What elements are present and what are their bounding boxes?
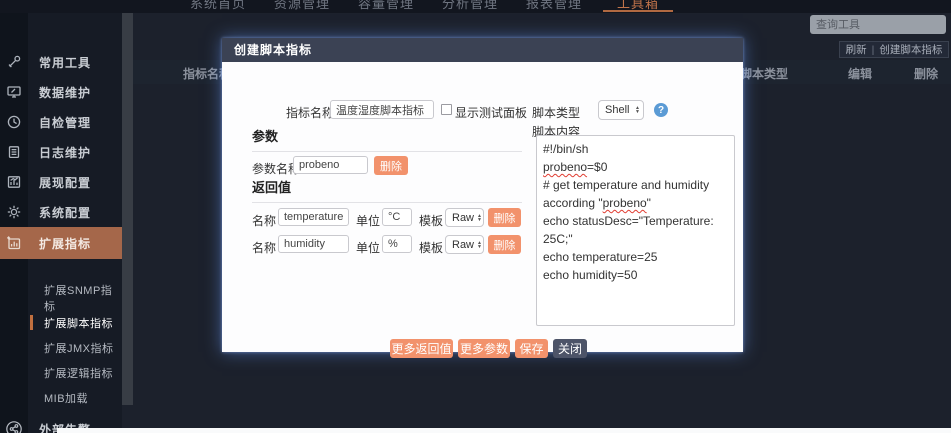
- delete-param-button[interactable]: 删除: [374, 156, 408, 175]
- system-config-icon: [0, 204, 28, 220]
- create-script-metric-button[interactable]: 创建脚本指标: [879, 42, 942, 57]
- show-test-panel-label: 显示测试面板: [455, 104, 527, 121]
- sidebar-item-label: 常用工具: [28, 54, 91, 71]
- return-unit-input[interactable]: [382, 208, 412, 226]
- template-value: Raw: [452, 239, 474, 251]
- tool-search: [810, 15, 946, 34]
- submenu-extended-logic[interactable]: 扩展逻辑指标: [0, 360, 122, 385]
- sidebar-item-label: 展现配置: [28, 174, 91, 191]
- more-params-button[interactable]: 更多参数: [458, 339, 510, 358]
- sidebar-item-label: 数据维护: [28, 84, 91, 101]
- sidebar-scrollbar[interactable]: [122, 13, 133, 405]
- data-maintenance-icon: [0, 84, 28, 100]
- create-script-metric-dialog: 创建脚本指标 指标名称 显示测试面板 脚本类型 Shell ▲▼ ? 脚本内容 …: [222, 38, 743, 352]
- top-nav-bar: 系统首页 资源管理 容量管理 分析管理 报表管理 工具箱: [0, 0, 951, 13]
- sidebar-item-system-config[interactable]: 系统配置: [0, 197, 122, 227]
- display-config-icon: [0, 174, 28, 190]
- extended-metrics-icon: [0, 235, 28, 251]
- submenu-extended-jmx[interactable]: 扩展JMX指标: [0, 335, 122, 360]
- tab-system-home[interactable]: 系统首页: [190, 0, 246, 12]
- sidebar-item-common-tools[interactable]: 常用工具: [0, 47, 122, 77]
- col-delete: 删除: [914, 65, 938, 82]
- sidebar-item-label: 日志维护: [28, 144, 91, 161]
- sidebar-item-label: 扩展指标: [28, 235, 91, 252]
- return-name-input[interactable]: [278, 235, 349, 253]
- sidebar: 常用工具 数据维护 自检管理 日志维护: [0, 13, 122, 433]
- return-name-label: 名称: [252, 212, 276, 229]
- select-arrows-icon: ▲▼: [477, 214, 482, 222]
- tab-report-mgmt[interactable]: 报表管理: [526, 0, 582, 12]
- search-input[interactable]: [810, 15, 951, 34]
- return-template-select[interactable]: Raw ▲▼: [445, 235, 484, 254]
- save-button[interactable]: 保存: [515, 339, 548, 358]
- sidebar-item-display-config[interactable]: 展现配置: [0, 167, 122, 197]
- tab-analysis-mgmt[interactable]: 分析管理: [442, 0, 498, 12]
- submenu-extended-snmp[interactable]: 扩展SNMP指标: [0, 285, 122, 310]
- sidebar-item-log-maintenance[interactable]: 日志维护: [0, 137, 122, 167]
- tools-icon: [0, 54, 28, 70]
- sidebar-item-extended-metrics[interactable]: 扩展指标: [0, 227, 122, 259]
- col-script-type: 脚本类型: [740, 65, 788, 82]
- script-type-select[interactable]: Shell ▲▼: [598, 100, 644, 120]
- col-edit: 编辑: [848, 65, 872, 82]
- return-template-label: 模板: [419, 212, 443, 229]
- refresh-button[interactable]: 刷新: [846, 42, 867, 57]
- params-section-heading: 参数: [252, 126, 522, 152]
- app-window: 系统首页 资源管理 容量管理 分析管理 报表管理 工具箱 刷新 | 创建脚本指标…: [0, 0, 951, 433]
- sidebar-submenu: 扩展SNMP指标 扩展脚本指标 扩展JMX指标 扩展逻辑指标 MIB加载: [0, 285, 122, 410]
- tab-resource-mgmt[interactable]: 资源管理: [274, 0, 330, 12]
- dialog-title: 创建脚本指标: [222, 38, 743, 62]
- return-unit-label: 单位: [356, 239, 380, 256]
- script-type-label: 脚本类型: [532, 104, 580, 121]
- submenu-extended-script[interactable]: 扩展脚本指标: [0, 310, 122, 335]
- external-alarm-icon: [0, 420, 28, 433]
- return-unit-input[interactable]: [382, 235, 412, 253]
- log-icon: [0, 144, 28, 160]
- active-tab-underline: [603, 10, 673, 12]
- show-test-panel-checkbox[interactable]: [441, 104, 452, 115]
- delete-return-button[interactable]: 删除: [488, 235, 521, 254]
- tab-capacity-mgmt[interactable]: 容量管理: [358, 0, 414, 12]
- help-icon[interactable]: ?: [654, 103, 668, 117]
- delete-return-button[interactable]: 删除: [488, 208, 521, 227]
- sidebar-item-data-maintenance[interactable]: 数据维护: [0, 77, 122, 107]
- param-name-input[interactable]: [293, 156, 368, 174]
- submenu-mib-load[interactable]: MIB加载: [0, 385, 122, 410]
- select-arrows-icon: ▲▼: [477, 241, 482, 249]
- self-check-icon: [0, 114, 28, 130]
- sidebar-item-self-check[interactable]: 自检管理: [0, 107, 122, 137]
- close-button[interactable]: 关闭: [553, 339, 587, 358]
- select-arrows-icon: ▲▼: [635, 106, 640, 114]
- script-content-textarea[interactable]: #!/bin/sh probeno=$0 # get temperature a…: [536, 135, 735, 326]
- return-unit-label: 单位: [356, 212, 380, 229]
- return-template-label: 模板: [419, 239, 443, 256]
- return-name-input[interactable]: [278, 208, 349, 226]
- sidebar-item-label: 自检管理: [28, 114, 91, 131]
- template-value: Raw: [452, 212, 474, 224]
- script-type-value: Shell: [605, 104, 629, 116]
- return-template-select[interactable]: Raw ▲▼: [445, 208, 484, 227]
- dialog-body: 指标名称 显示测试面板 脚本类型 Shell ▲▼ ? 脚本内容 #!/bin/…: [222, 62, 743, 352]
- metric-name-input[interactable]: [330, 100, 434, 119]
- metric-name-label: 指标名称: [286, 104, 334, 121]
- returns-section-heading: 返回值: [252, 177, 522, 203]
- return-name-label: 名称: [252, 239, 276, 256]
- sidebar-item-label: 系统配置: [28, 204, 91, 221]
- page-bottom-edge: [57, 428, 951, 433]
- sidebar-menu: 常用工具 数据维护 自检管理 日志维护: [0, 47, 122, 259]
- list-actions: 刷新 | 创建脚本指标: [839, 41, 949, 58]
- action-separator: |: [872, 44, 875, 56]
- more-returns-button[interactable]: 更多返回值: [390, 339, 453, 358]
